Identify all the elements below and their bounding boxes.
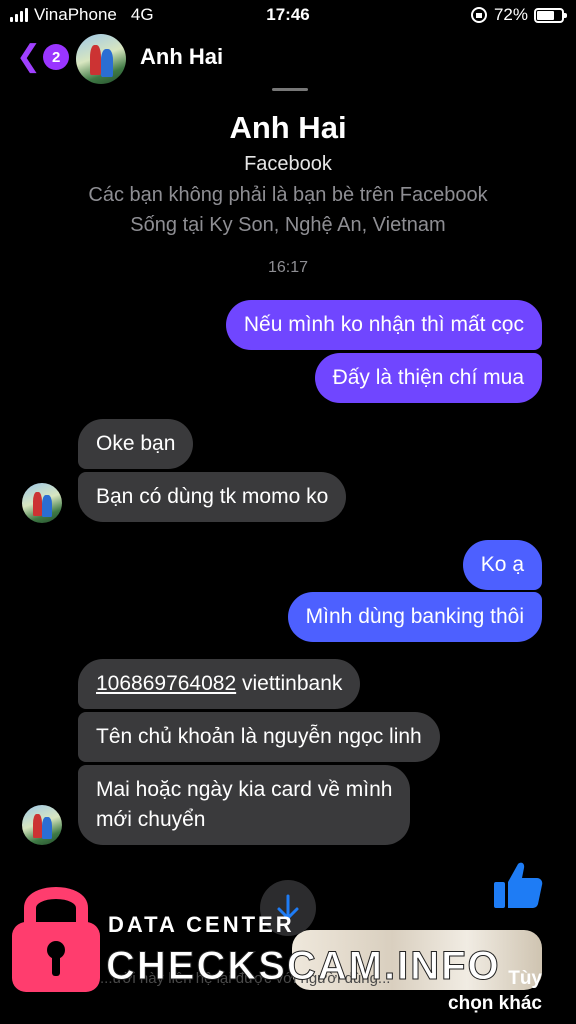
- incoming-message[interactable]: Mai hoặc ngày kia card về mình mới chuyể…: [78, 765, 411, 845]
- outgoing-message[interactable]: Mình dùng banking thôi: [287, 592, 542, 642]
- more-options-line: chọn khác: [448, 993, 542, 1014]
- battery-percent: 72%: [493, 5, 528, 24]
- watermark-title: CHECKSCAM.INFO: [106, 944, 501, 989]
- status-bar: VinaPhone 4G 17:46 72%: [0, 0, 576, 30]
- contact-name[interactable]: Anh Hai: [140, 44, 223, 70]
- outgoing-message[interactable]: Nếu mình ko nhận thì mất cọc: [225, 300, 542, 350]
- conversation-header: ❮ 2 Anh Hai: [0, 30, 576, 90]
- outgoing-message[interactable]: Ko ạ: [462, 540, 542, 590]
- profile-name: Anh Hai: [229, 110, 347, 145]
- contact-avatar[interactable]: [76, 34, 126, 84]
- outgoing-message[interactable]: Đấy là thiện chí mua: [314, 353, 542, 403]
- friendship-note: Các bạn không phải là bạn bè trên Facebo…: [88, 184, 488, 206]
- battery-icon: [534, 7, 567, 23]
- profile-source: Facebook: [244, 153, 332, 175]
- thumbs-up-icon[interactable]: [490, 858, 546, 914]
- lock-icon: [12, 887, 100, 992]
- back-chevron-icon: ❮: [16, 40, 42, 73]
- message-line: mới chuyển: [96, 808, 206, 831]
- battery-fill: [537, 10, 555, 20]
- message-line: Mai hoặc ngày kia card về mình: [96, 778, 393, 801]
- incoming-message[interactable]: Tên chủ khoản là nguyễn ngọc linh: [78, 712, 440, 762]
- incoming-message[interactable]: Bạn có dùng tk momo ko: [78, 472, 347, 522]
- account-number-link[interactable]: 106869764082: [96, 672, 236, 695]
- incoming-message[interactable]: Oke bạn: [78, 419, 194, 469]
- pull-indicator: [272, 88, 308, 91]
- bank-name: viettinbank: [236, 672, 343, 695]
- profile-location: Sống tại Ky Son, Nghệ An, Vietnam: [130, 214, 446, 236]
- unread-badge: 2: [43, 44, 70, 70]
- message-timestamp: 16:17: [267, 259, 309, 276]
- status-right: 72%: [470, 5, 567, 25]
- watermark-subtitle: DATA CENTER: [108, 912, 295, 937]
- back-button[interactable]: ❮ 2: [16, 40, 70, 73]
- orientation-lock-icon: [470, 7, 487, 23]
- incoming-message[interactable]: 106869764082 viettinbank: [78, 659, 361, 709]
- sender-avatar: [22, 483, 62, 523]
- sender-avatar: [22, 805, 62, 845]
